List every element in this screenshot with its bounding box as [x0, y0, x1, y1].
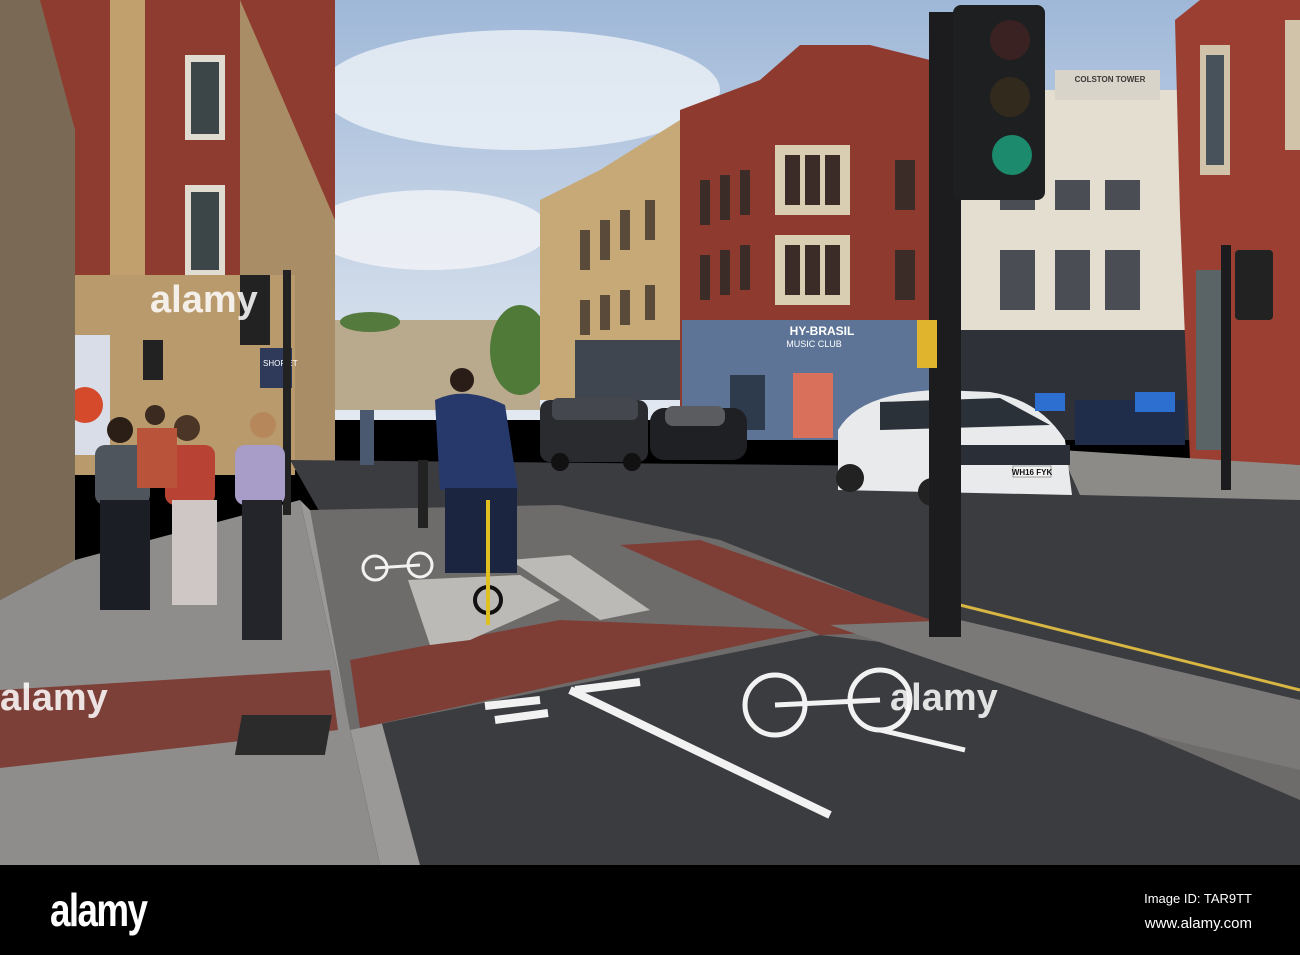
- bollard: [418, 460, 428, 528]
- stock-photo: HY-BRASIL MUSIC CLUB COLSTON TOWER SHOP …: [0, 0, 1300, 955]
- image-id: Image ID: TAR9TT: [1144, 891, 1252, 906]
- alamy-logo[interactable]: alamy: [50, 883, 148, 937]
- website-link[interactable]: www.alamy.com: [1145, 915, 1252, 932]
- black-suv: [540, 398, 648, 471]
- svg-text:alamy: alamy: [0, 677, 108, 719]
- orange-door: [793, 373, 833, 438]
- black-beetle-car: [650, 406, 747, 460]
- club-sign: HY-BRASIL: [790, 324, 855, 338]
- footer-bar: alamy Image ID: TAR9TT www.alamy.com: [0, 865, 1300, 955]
- drain-grate: [234, 715, 332, 755]
- right-brick-building: [1175, 0, 1300, 465]
- stone-column: [0, 0, 75, 600]
- traffic-light-pole-right: [1221, 245, 1231, 490]
- club-subsign: MUSIC CLUB: [786, 339, 842, 349]
- svg-text:alamy: alamy: [890, 677, 998, 719]
- colston-tower-sign: COLSTON TOWER: [1075, 75, 1146, 84]
- svg-text:alamy: alamy: [150, 279, 258, 321]
- number-plate: WH16 FYK: [1012, 468, 1053, 477]
- street-scene: HY-BRASIL MUSIC CLUB COLSTON TOWER SHOP …: [0, 0, 1300, 865]
